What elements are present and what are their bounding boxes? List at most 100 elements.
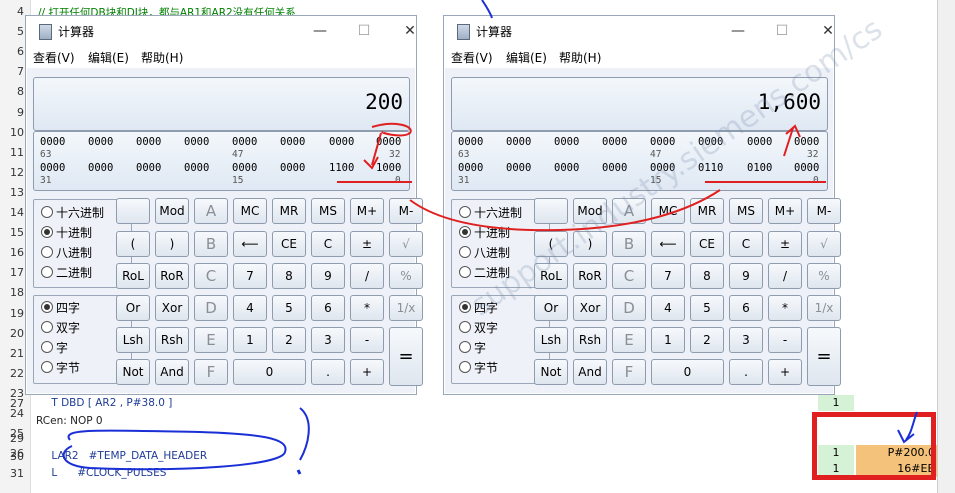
reciprocal-button[interactable]: 1/x	[389, 295, 423, 321]
digit-3-button[interactable]: 3	[311, 327, 345, 353]
radix-option[interactable]: 十进制	[459, 225, 510, 242]
or-button[interactable]: Or	[116, 295, 150, 321]
multiply-button[interactable]: *	[768, 295, 802, 321]
bit-group[interactable]: 0000	[602, 136, 627, 148]
editor-scrollbar[interactable]	[937, 0, 955, 493]
radix-option[interactable]: 八进制	[41, 245, 92, 262]
bit-group[interactable]: 0000	[458, 136, 483, 148]
bit-group[interactable]: 0000	[506, 162, 531, 174]
word-size-option[interactable]: 四字	[41, 300, 80, 317]
bit-group[interactable]: 1100	[329, 162, 354, 174]
digit-2-button[interactable]: 2	[272, 327, 306, 353]
percent-button[interactable]: %	[807, 263, 841, 289]
hex-e-button[interactable]: E	[612, 327, 646, 353]
hex-d-button[interactable]: D	[612, 295, 646, 321]
plus-button[interactable]: +	[350, 359, 384, 385]
hex-a-button[interactable]: A	[194, 198, 228, 224]
plus-minus-button[interactable]: ±	[768, 231, 802, 257]
word-size-option[interactable]: 字	[459, 340, 486, 357]
bit-group[interactable]: 0000	[136, 162, 161, 174]
minus-button[interactable]: -	[350, 327, 384, 353]
digit-5-button[interactable]: 5	[690, 295, 724, 321]
minimize-button[interactable]: —	[728, 22, 748, 40]
right-shift-button[interactable]: Rsh	[573, 327, 607, 353]
bit-group[interactable]: 0000	[747, 136, 772, 148]
ms-button[interactable]: MS	[729, 198, 763, 224]
hex-e-button[interactable]: E	[194, 327, 228, 353]
menu-view[interactable]: 查看(V)	[451, 49, 493, 66]
divide-button[interactable]: /	[768, 263, 802, 289]
close-button[interactable]: ✕	[400, 22, 420, 40]
clear-button[interactable]: C	[729, 231, 763, 257]
close-paren-button[interactable]: )	[155, 231, 189, 257]
quot-button[interactable]	[534, 198, 568, 224]
plus-button[interactable]: +	[768, 359, 802, 385]
digit-3-button[interactable]: 3	[729, 327, 763, 353]
backspace-button[interactable]: ⟵	[651, 231, 685, 257]
bit-group[interactable]: 0000	[136, 136, 161, 148]
and-button[interactable]: And	[573, 359, 607, 385]
bit-group[interactable]: 0000	[232, 162, 257, 174]
bit-group[interactable]: 0000	[329, 136, 354, 148]
digit-9-button[interactable]: 9	[729, 263, 763, 289]
digit-7-button[interactable]: 7	[651, 263, 685, 289]
digit-6-button[interactable]: 6	[729, 295, 763, 321]
bit-group[interactable]: 0100	[747, 162, 772, 174]
xor-button[interactable]: Xor	[573, 295, 607, 321]
m-minus-button[interactable]: M-	[389, 198, 423, 224]
radix-option[interactable]: 十六进制	[41, 205, 104, 222]
quot-button[interactable]	[116, 198, 150, 224]
bit-group[interactable]: 0000	[280, 162, 305, 174]
bit-group[interactable]: 0000	[794, 136, 819, 148]
calculator-window-left[interactable]: 计算器 — ☐ ✕ 查看(V) 编辑(E) 帮助(H) 200 0000 0000 0000 0000…	[25, 15, 423, 395]
rotate-right-button[interactable]: RoR	[573, 263, 607, 289]
menu-edit[interactable]: 编辑(E)	[88, 49, 129, 66]
minus-button[interactable]: -	[768, 327, 802, 353]
menu-help[interactable]: 帮助(H)	[141, 49, 183, 66]
open-paren-button[interactable]: (	[116, 231, 150, 257]
m-plus-button[interactable]: M+	[350, 198, 384, 224]
hex-f-button[interactable]: F	[612, 359, 646, 385]
sqrt-button[interactable]: √	[807, 231, 841, 257]
digit-8-button[interactable]: 8	[690, 263, 724, 289]
mr-button[interactable]: MR	[690, 198, 724, 224]
radix-option[interactable]: 二进制	[41, 265, 92, 282]
divide-button[interactable]: /	[350, 263, 384, 289]
code-line[interactable]: L #CLOCK_PULSES	[38, 467, 166, 479]
plus-minus-button[interactable]: ±	[350, 231, 384, 257]
bit-group[interactable]: 0000	[88, 162, 113, 174]
bit-group[interactable]: 0000	[184, 136, 209, 148]
decimal-button[interactable]: .	[311, 359, 345, 385]
digit-1-button[interactable]: 1	[651, 327, 685, 353]
and-button[interactable]: And	[155, 359, 189, 385]
hex-d-button[interactable]: D	[194, 295, 228, 321]
bit-group[interactable]: 0000	[88, 136, 113, 148]
m-plus-button[interactable]: M+	[768, 198, 802, 224]
word-size-option[interactable]: 双字	[459, 320, 498, 337]
bit-group[interactable]: 0000	[554, 162, 579, 174]
title-bar[interactable]: 计算器 — ☐ ✕	[26, 16, 416, 46]
maximize-button[interactable]: ☐	[772, 22, 792, 40]
bit-group[interactable]: 1000	[376, 162, 401, 174]
right-shift-button[interactable]: Rsh	[155, 327, 189, 353]
hex-c-button[interactable]: C	[612, 263, 646, 289]
code-line[interactable]: RCen: NOP 0	[36, 415, 103, 427]
digit-1-button[interactable]: 1	[233, 327, 267, 353]
clear-entry-button[interactable]: CE	[272, 231, 306, 257]
decimal-button[interactable]: .	[729, 359, 763, 385]
reciprocal-button[interactable]: 1/x	[807, 295, 841, 321]
hex-b-button[interactable]: B	[612, 231, 646, 257]
title-bar[interactable]: 计算器 — ☐ ✕	[444, 16, 834, 46]
percent-button[interactable]: %	[389, 263, 423, 289]
word-size-option[interactable]: 字	[41, 340, 68, 357]
bit-group[interactable]: 0000	[40, 136, 65, 148]
mc-button[interactable]: MC	[233, 198, 267, 224]
menu-help[interactable]: 帮助(H)	[559, 49, 601, 66]
xor-button[interactable]: Xor	[155, 295, 189, 321]
digit-4-button[interactable]: 4	[233, 295, 267, 321]
mod-button[interactable]: Mod	[155, 198, 189, 224]
rotate-right-button[interactable]: RoR	[155, 263, 189, 289]
bit-group[interactable]: 0000	[794, 162, 819, 174]
sqrt-button[interactable]: √	[389, 231, 423, 257]
bit-group[interactable]: 0000	[506, 136, 531, 148]
